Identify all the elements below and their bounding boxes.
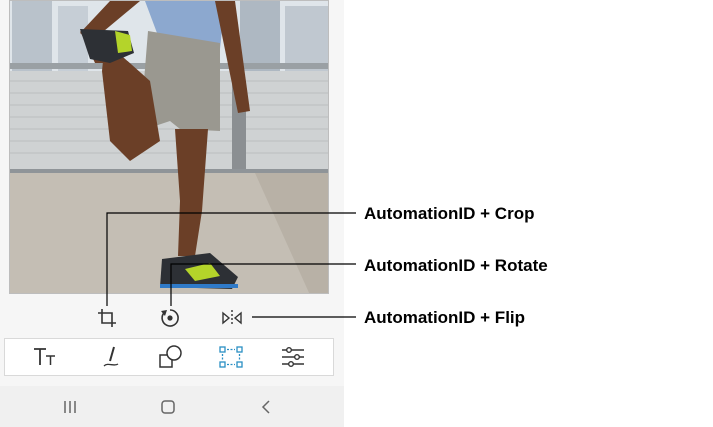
shapes-icon[interactable] xyxy=(157,343,185,371)
crop-icon[interactable] xyxy=(95,306,119,330)
phone-screen xyxy=(0,0,344,427)
photo-image xyxy=(10,1,328,293)
home-icon[interactable] xyxy=(156,395,180,419)
crop-callout-label: AutomationID + Crop xyxy=(364,204,535,223)
recent-apps-icon[interactable] xyxy=(58,395,82,419)
text-icon[interactable] xyxy=(31,343,59,371)
draw-icon[interactable] xyxy=(97,343,125,371)
editor-toolbar xyxy=(4,338,334,376)
flip-callout-label: AutomationID + Flip xyxy=(364,308,526,327)
rotate-callout-label: AutomationID + Rotate xyxy=(364,256,548,275)
transform-icon[interactable] xyxy=(217,343,245,371)
adjust-icon[interactable] xyxy=(279,343,307,371)
rotate-icon[interactable] xyxy=(158,306,182,330)
back-icon[interactable] xyxy=(254,395,278,419)
system-nav-bar xyxy=(0,386,344,427)
photo-canvas[interactable] xyxy=(9,0,329,294)
flip-icon[interactable] xyxy=(220,306,244,330)
